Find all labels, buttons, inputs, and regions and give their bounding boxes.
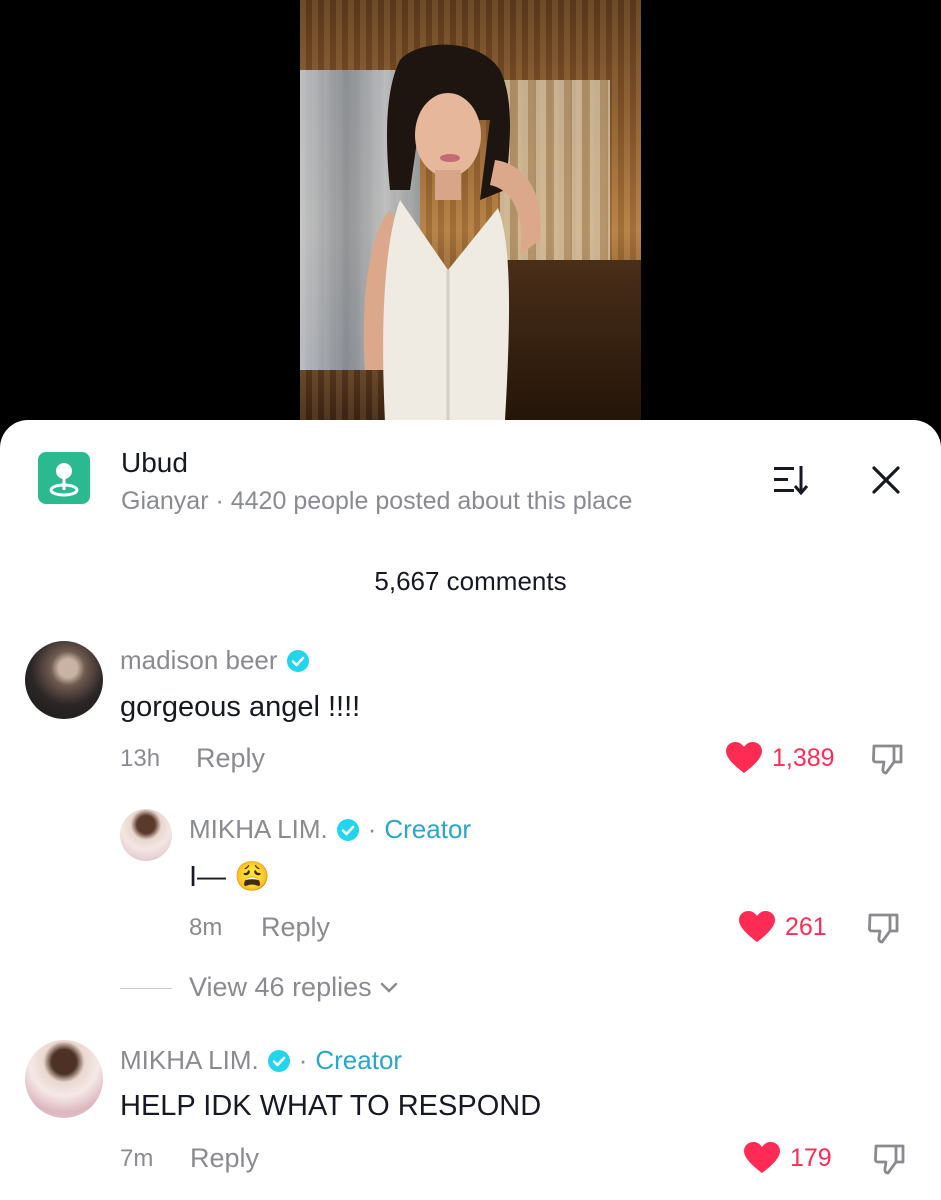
like-button[interactable]: 179: [744, 1142, 832, 1174]
thumbs-down-icon[interactable]: [870, 740, 906, 776]
comment-time: 13h: [120, 745, 161, 772]
thumbs-down-icon[interactable]: [866, 909, 902, 945]
like-count: 261: [785, 912, 827, 941]
reply-button[interactable]: Reply: [261, 912, 330, 943]
sort-icon[interactable]: [770, 462, 814, 498]
comment-text: HELP IDK WHAT TO RESPOND: [120, 1090, 542, 1122]
close-icon[interactable]: [868, 462, 904, 498]
video-player[interactable]: [0, 0, 941, 440]
comment-text: I— 😩: [189, 861, 271, 893]
avatar[interactable]: [25, 1040, 103, 1118]
place-subtitle: Gianyar · 4420 people posted about this …: [121, 487, 633, 515]
comments-count: 5,667 comments: [374, 566, 567, 596]
creator-label: Creator: [384, 814, 472, 844]
creator-separator: ·: [298, 1045, 308, 1075]
thumbs-down-icon[interactable]: [872, 1140, 908, 1176]
username-text[interactable]: madison beer: [120, 645, 278, 676]
replies-divider: [120, 988, 172, 989]
avatar[interactable]: [25, 641, 103, 719]
like-button[interactable]: 261: [739, 911, 827, 943]
creator-label: Creator: [315, 1045, 403, 1075]
comment-username[interactable]: MIKHA LIM. · Creator: [120, 1045, 402, 1076]
comment-time: 8m: [189, 914, 223, 941]
comment-time: 7m: [120, 1145, 154, 1172]
view-replies-label[interactable]: View 46 replies: [189, 972, 372, 1003]
reply-button[interactable]: Reply: [190, 1143, 259, 1174]
like-count: 1,389: [772, 743, 835, 772]
verified-badge-icon: [286, 649, 309, 672]
heart-icon[interactable]: [726, 742, 762, 774]
creator-separator: ·: [367, 814, 377, 844]
like-count: 179: [790, 1143, 832, 1172]
location-pin-icon[interactable]: [38, 452, 90, 504]
chevron-down-icon[interactable]: [380, 982, 398, 994]
verified-badge-icon: [336, 818, 359, 841]
heart-icon[interactable]: [744, 1142, 780, 1174]
place-title[interactable]: Ubud: [121, 447, 188, 479]
heart-icon[interactable]: [739, 911, 775, 943]
view-replies-button[interactable]: View 46 replies: [189, 972, 398, 1003]
person-figure: [363, 44, 541, 420]
username-text[interactable]: MIKHA LIM.: [189, 814, 328, 845]
username-text[interactable]: MIKHA LIM.: [120, 1045, 259, 1076]
comment-text: gorgeous angel !!!!: [120, 691, 361, 723]
comment-username[interactable]: MIKHA LIM. · Creator: [189, 814, 471, 845]
reply-button[interactable]: Reply: [196, 743, 265, 774]
verified-badge-icon: [267, 1049, 290, 1072]
avatar[interactable]: [120, 809, 172, 861]
comment-username[interactable]: madison beer: [120, 645, 310, 676]
like-button[interactable]: 1,389: [726, 742, 835, 774]
video-frame[interactable]: [300, 0, 641, 420]
